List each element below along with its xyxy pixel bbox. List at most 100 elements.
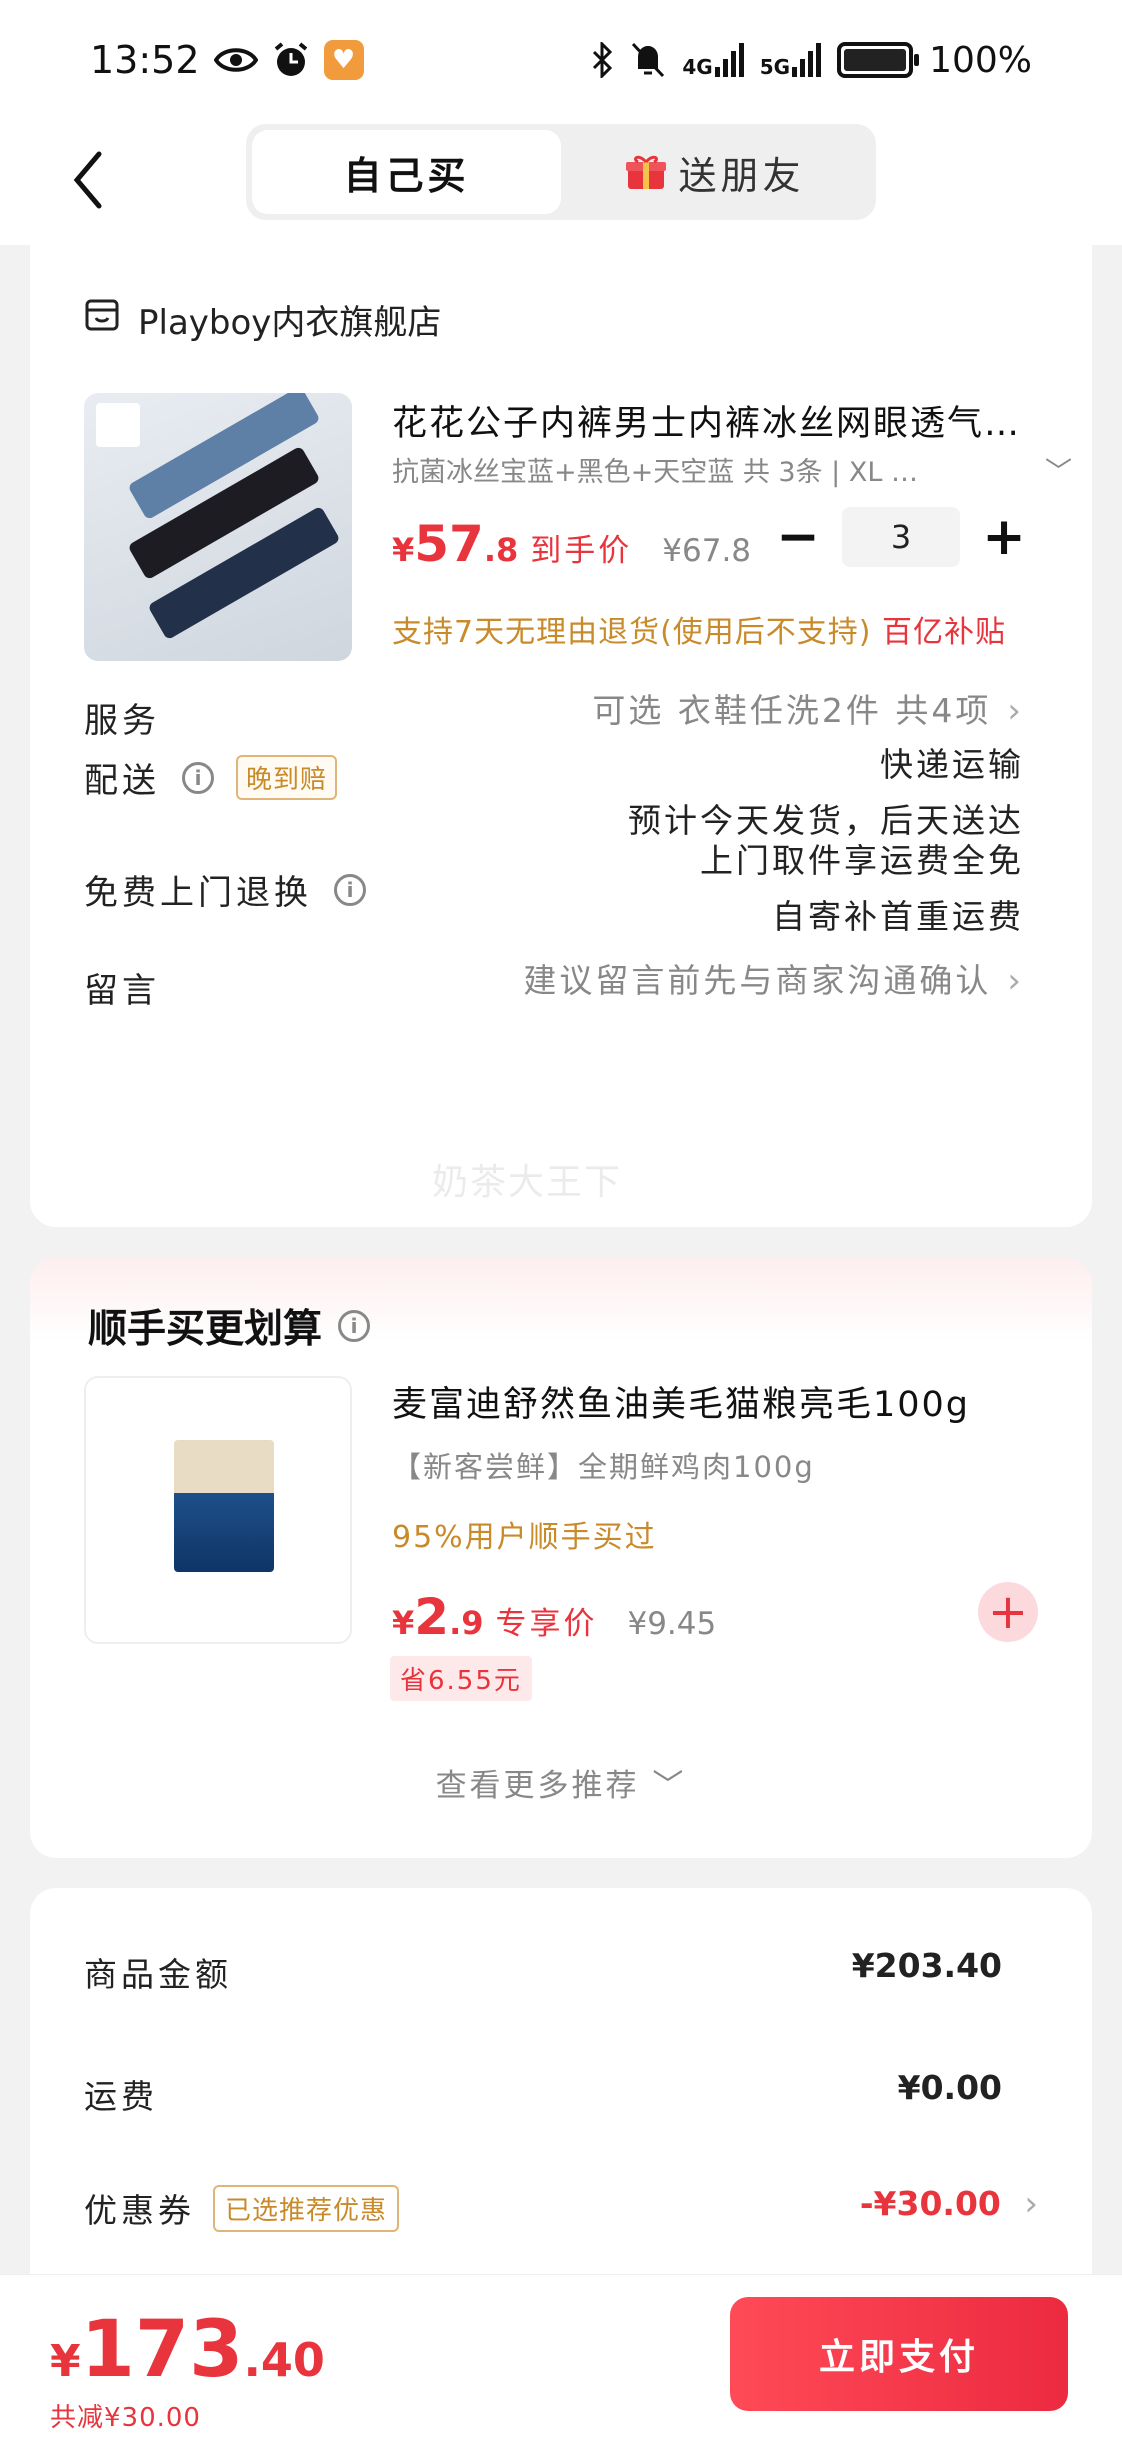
goods-amount-value: ¥203.40 [851, 1946, 1002, 1985]
shipping-label: 运费 [84, 2070, 158, 2118]
addon-title-text: 顺手买更划算 [88, 1307, 323, 1352]
alarm-icon [272, 41, 310, 79]
chevron-right-icon: › [1024, 2184, 1038, 2224]
signal-5g-icon: 5G [759, 43, 822, 79]
network-label-1: 4G [682, 55, 713, 79]
price-decimal: .8 [483, 531, 519, 569]
delivery-method: 快递运输 [880, 745, 1024, 784]
shipping-value: ¥0.00 [897, 2068, 1002, 2107]
message-label-text: 留言 [84, 971, 160, 1011]
service-selector[interactable]: 可选 衣鞋任洗2件 共4项 › [592, 683, 1024, 739]
quantity-input[interactable]: 3 [842, 507, 960, 567]
coupon-selector[interactable]: -¥30.00 › [860, 2184, 1038, 2224]
delivery-label-text: 配送 [84, 761, 160, 801]
network-label-2: 5G [759, 55, 791, 79]
addon-original-price: ¥9.45 [627, 1606, 717, 1642]
info-icon[interactable]: i [338, 1310, 371, 1342]
quantity-stepper: − 3 + [776, 507, 1026, 567]
message-label: 留言 [84, 963, 160, 1012]
more-recommendations-link[interactable]: 查看更多推荐 ﹀ [30, 1760, 1092, 1805]
addon-price: ¥2.9 专享价 ¥9.45 [392, 1588, 716, 1646]
info-icon[interactable]: i [182, 761, 214, 794]
goods-amount-label: 商品金额 [84, 1948, 232, 1996]
return-policy-note: 支持7天无理由退货(使用后不支持) 百亿补贴 [392, 607, 1006, 651]
message-input[interactable]: 建议留言前先与商家沟通确认 › [523, 953, 1024, 1009]
purchase-mode-switch: 自己买 送朋友 [246, 124, 876, 220]
addon-recommend-card: 顺手买更划算 i 麦富迪舒然鱼油美毛猫粮亮毛100g 【新客尝鲜】全期鲜鸡肉10… [30, 1258, 1092, 1858]
product-price: ¥57.8 到手价 ¥67.8 [392, 515, 751, 573]
tab-buy-myself[interactable]: 自己买 [252, 130, 561, 214]
addon-section-title: 顺手买更划算 i [88, 1298, 371, 1354]
addon-product-image[interactable] [84, 1376, 352, 1644]
back-button[interactable] [58, 140, 118, 220]
watermark: 奶茶大王下 [432, 1162, 623, 1203]
free-return-label: 免费上门退换 i [84, 865, 366, 914]
addon-price-integer: 2 [414, 1588, 450, 1646]
total-decimal: .40 [243, 2333, 325, 2387]
tab-gift-friend[interactable]: 送朋友 [561, 130, 870, 214]
addon-product-sub: 【新客尝鲜】全期鲜鸡肉100g [392, 1450, 815, 1484]
total-integer: 173 [80, 2305, 244, 2395]
store-name: Playboy内衣旗舰店 [138, 303, 442, 343]
more-recommendations-text: 查看更多推荐 [435, 1768, 640, 1804]
addon-social-proof: 95%用户顺手买过 [392, 1520, 657, 1555]
status-time: 13:52 [90, 38, 200, 82]
delivery-label: 配送 i 晚到赔 [84, 753, 338, 802]
service-value: 可选 衣鞋任洗2件 共4项 [592, 691, 992, 730]
addon-price-tag: 专享价 [495, 1606, 598, 1642]
chevron-right-icon: › [1007, 691, 1024, 731]
status-bar: 13:52 ♥ 4G 5G 100% [0, 0, 1122, 120]
increase-button[interactable]: + [982, 507, 1026, 567]
total-price: ¥173.40 [50, 2305, 325, 2395]
chevron-right-icon: › [1007, 961, 1024, 1001]
save-badge: 省6.55元 [390, 1656, 532, 1701]
pay-now-label: 立即支付 [818, 2337, 979, 2378]
addon-price-decimal: .9 [449, 1604, 484, 1642]
coupon-value: -¥30.00 [859, 2184, 1001, 2223]
original-price: ¥67.8 [662, 533, 752, 569]
signal-4g-icon: 4G [682, 43, 744, 79]
sku-text: 抗菌冰丝宝蓝+黑色+天空蓝 共 3条 | XL … [392, 457, 918, 488]
message-placeholder: 建议留言前先与商家沟通确认 [523, 961, 992, 1000]
info-icon[interactable]: i [334, 873, 366, 906]
addon-price-current: ¥2.9 [392, 1588, 483, 1646]
chevron-down-icon: ﹀ [1045, 457, 1072, 488]
service-label-text: 服务 [84, 701, 160, 741]
total-saving: 共减¥30.00 [50, 2403, 201, 2433]
eye-icon [213, 45, 258, 75]
total-currency: ¥ [50, 2336, 81, 2387]
pay-now-button[interactable]: 立即支付 [730, 2297, 1068, 2411]
price-integer: 57 [414, 515, 484, 573]
add-addon-button[interactable]: + [978, 1582, 1038, 1642]
chevron-left-icon [73, 151, 102, 209]
free-return-label-text: 免费上门退换 [84, 873, 312, 913]
price-currency: ¥ [392, 531, 415, 569]
subsidy-badge: 百亿补贴 [882, 615, 1007, 650]
gift-icon [626, 153, 667, 191]
mute-bell-icon [630, 41, 666, 79]
chevron-down-icon: ﹀ [652, 1768, 687, 1804]
service-label: 服务 [84, 693, 160, 742]
coupon-label-text: 优惠券 [84, 2191, 195, 2230]
addon-price-currency: ¥ [392, 1604, 415, 1642]
self-send-text: 自寄补首重运费 [772, 897, 1024, 936]
decrease-button[interactable]: − [776, 507, 820, 567]
product-image[interactable] [84, 393, 352, 661]
goods-amount-label-text: 商品金额 [84, 1955, 232, 1994]
app-notification-icon: ♥ [323, 40, 364, 80]
battery-percent: 100% [929, 39, 1032, 81]
pickup-free-text: 上门取件享运费全免 [700, 841, 1024, 880]
addon-product-name[interactable]: 麦富迪舒然鱼油美毛猫粮亮毛100g [392, 1376, 970, 1427]
shipping-label-text: 运费 [84, 2077, 158, 2116]
product-title[interactable]: 花花公子内裤男士内裤冰丝网眼透气… [392, 395, 1072, 446]
price-current: ¥57.8 [392, 515, 518, 573]
checkout-bar: ¥173.40 共减¥30.00 立即支付 [0, 2274, 1122, 2442]
tab-buy-myself-label: 自己买 [343, 153, 470, 198]
price-tag: 到手价 [530, 533, 633, 569]
coupon-label: 优惠券 已选推荐优惠 [84, 2184, 400, 2232]
late-compensation-badge: 晚到赔 [236, 755, 338, 800]
store-link[interactable]: Playboy内衣旗舰店 [84, 295, 441, 344]
header: 自己买 送朋友 [0, 120, 1122, 245]
return-policy-text: 支持7天无理由退货(使用后不支持) [392, 615, 872, 650]
sku-selector[interactable]: 抗菌冰丝宝蓝+黑色+天空蓝 共 3条 | XL … ﹀ [392, 450, 1072, 489]
